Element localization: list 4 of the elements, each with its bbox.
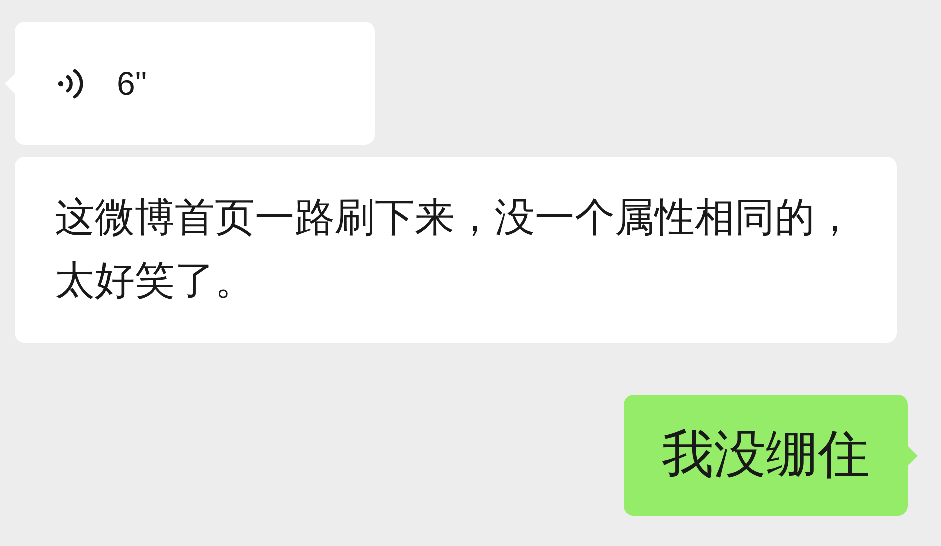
voice-message[interactable]: 6" [15, 22, 375, 145]
message-text: 我没绷住 [662, 425, 870, 486]
message-text: 这微博首页一路刷下来，没一个属性相同的，太好笑了。 [55, 195, 856, 305]
voice-duration: 6" [117, 64, 148, 104]
